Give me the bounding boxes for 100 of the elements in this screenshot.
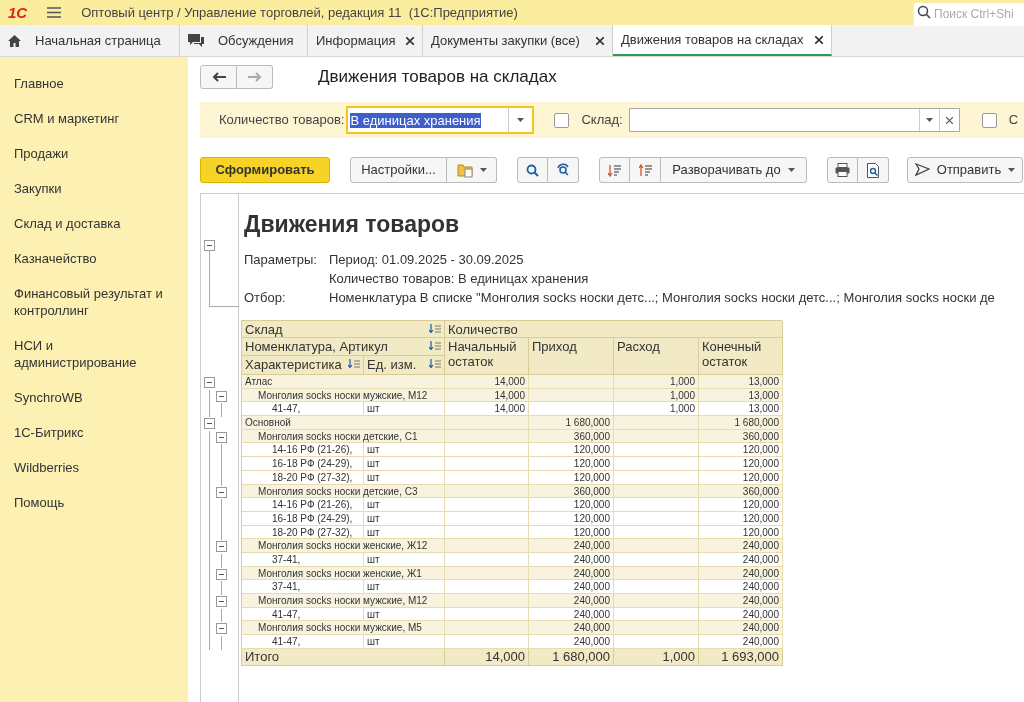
table-cell: 120,000 (529, 498, 614, 512)
find-button[interactable] (517, 157, 548, 183)
clear-icon[interactable] (945, 116, 953, 124)
folder-icon (456, 162, 475, 178)
sidebar-item[interactable]: Казначейство (0, 241, 188, 276)
collapse-icon[interactable] (204, 240, 215, 251)
home-icon (8, 34, 21, 47)
column-header: Приход (532, 338, 577, 354)
param-label: Отбор: (244, 289, 287, 307)
sidebar-item[interactable]: Главное (0, 66, 188, 101)
table-cell: 14,000 (445, 402, 529, 417)
table-cell: 240,000 (529, 539, 614, 553)
table-cell: Монголия socks носки мужские, М5 (242, 621, 445, 636)
table-cell: 240,000 (699, 594, 783, 608)
sort-icon[interactable] (429, 324, 441, 333)
checkbox[interactable] (554, 112, 570, 128)
sidebar-item[interactable]: Финансовый результат и контроллинг (0, 276, 188, 328)
sidebar-item[interactable]: Продажи (0, 136, 188, 171)
table-cell: шт (364, 457, 445, 471)
find-next-button[interactable] (548, 157, 579, 183)
sidebar-item[interactable]: Помощь (0, 485, 188, 520)
tab[interactable]: Движения товаров на складах (613, 25, 832, 56)
sort-icon[interactable] (429, 359, 441, 368)
sidebar-item[interactable]: Склад и доставка (0, 206, 188, 241)
table-cell: 120,000 (699, 457, 783, 471)
sort-icon[interactable] (429, 341, 441, 350)
tab[interactable]: Обсуждения (180, 25, 308, 56)
tab[interactable]: Начальная страница (0, 25, 180, 56)
sidebar-item[interactable]: CRM и маркетинг (0, 101, 188, 136)
table-cell: 240,000 (699, 539, 783, 553)
sort-icon[interactable] (348, 359, 360, 368)
menu-icon[interactable] (47, 7, 62, 18)
generate-button[interactable]: Сформировать (200, 157, 330, 183)
caret-icon (479, 168, 487, 172)
collapse-icon[interactable] (204, 377, 215, 388)
caret-icon[interactable] (925, 118, 933, 122)
collapse-icon[interactable] (216, 596, 227, 607)
table-cell: 120,000 (529, 443, 614, 458)
column-header: Конечный остаток (702, 338, 763, 369)
collapse-icon[interactable] (216, 623, 227, 635)
printer-icon (835, 163, 850, 177)
table-cell: 16-18 РФ (24-29), (242, 457, 364, 471)
window-title: Оптовый центр / Управление торговлей, редакция 11 (1С:Предприятие) (81, 3, 518, 22)
search-next-icon (555, 163, 571, 177)
preview-icon (866, 162, 880, 178)
send-button[interactable]: Отправить (907, 157, 1023, 183)
table-cell: 1,000 (614, 375, 699, 389)
select-field[interactable] (628, 108, 960, 132)
caret-icon[interactable] (517, 118, 525, 122)
search-field[interactable]: Поиск Ctrl+Shi (914, 2, 1024, 26)
page-title: Движения товаров на складах (318, 66, 557, 89)
report-title: Движения товаров (244, 210, 460, 238)
select-field[interactable]: В единицах хранения (346, 106, 535, 134)
tab[interactable]: Информация (308, 25, 423, 56)
table-cell: шт (364, 635, 445, 649)
column-header: Расход (617, 338, 660, 354)
sidebar-item[interactable]: SynchroWB (0, 380, 188, 415)
table-cell: шт (364, 580, 445, 594)
expand-button[interactable] (630, 157, 661, 183)
close-icon[interactable] (406, 36, 414, 45)
collapse-icon[interactable] (216, 568, 227, 580)
column-header: Количество (448, 321, 518, 337)
sidebar-item[interactable]: Wildberries (0, 450, 188, 485)
column-header: Ед. изм. (367, 356, 417, 372)
checkbox[interactable] (981, 112, 997, 128)
back-button[interactable] (200, 65, 237, 89)
expand-to-button[interactable]: Разворачивать до (661, 157, 807, 183)
table-cell: Атлас (242, 375, 445, 389)
field-label: С (1008, 111, 1019, 130)
param-label: Параметры: (244, 251, 318, 269)
chat-icon (188, 33, 204, 48)
close-icon[interactable] (596, 36, 604, 45)
list-icon (608, 163, 621, 177)
table-cell: 240,000 (699, 635, 783, 649)
table-cell: 13,000 (699, 402, 783, 417)
table-cell: 240,000 (699, 580, 783, 594)
sidebar-item[interactable]: 1С-Битрикс (0, 415, 188, 450)
param-value: Номенклатура В списке "Монголия socks носки детс...; Монголия socks носки детс...; Монголия socks носки де (329, 289, 995, 307)
table-cell: 41-47, (242, 402, 364, 417)
collapse-button[interactable] (599, 157, 630, 183)
arrow-right-icon (247, 72, 262, 82)
table-cell: 1 680,000 (699, 416, 783, 430)
settings-button[interactable]: Настройки... (350, 157, 447, 183)
print-button[interactable] (827, 157, 858, 183)
search-icon (917, 5, 931, 19)
column-header: Начальный остаток (448, 338, 518, 369)
param-value: Количество товаров: В единицах хранения (329, 270, 589, 288)
collapse-icon[interactable] (204, 418, 215, 430)
close-icon[interactable] (815, 35, 823, 44)
table-cell: шт (364, 402, 445, 417)
collapse-icon[interactable] (216, 390, 227, 402)
column-header: Характеристика (245, 356, 342, 372)
preview-button[interactable] (858, 157, 889, 183)
sidebar-item[interactable]: Закупки (0, 171, 188, 206)
table-cell: 41-47, (242, 635, 364, 649)
collapse-icon[interactable] (216, 486, 227, 498)
sidebar-item[interactable]: НСИ и администрирование (0, 328, 188, 380)
table-cell: Монголия socks носки мужские, М12 (242, 594, 445, 608)
collapse-icon[interactable] (216, 431, 227, 443)
collapse-icon[interactable] (216, 541, 227, 553)
